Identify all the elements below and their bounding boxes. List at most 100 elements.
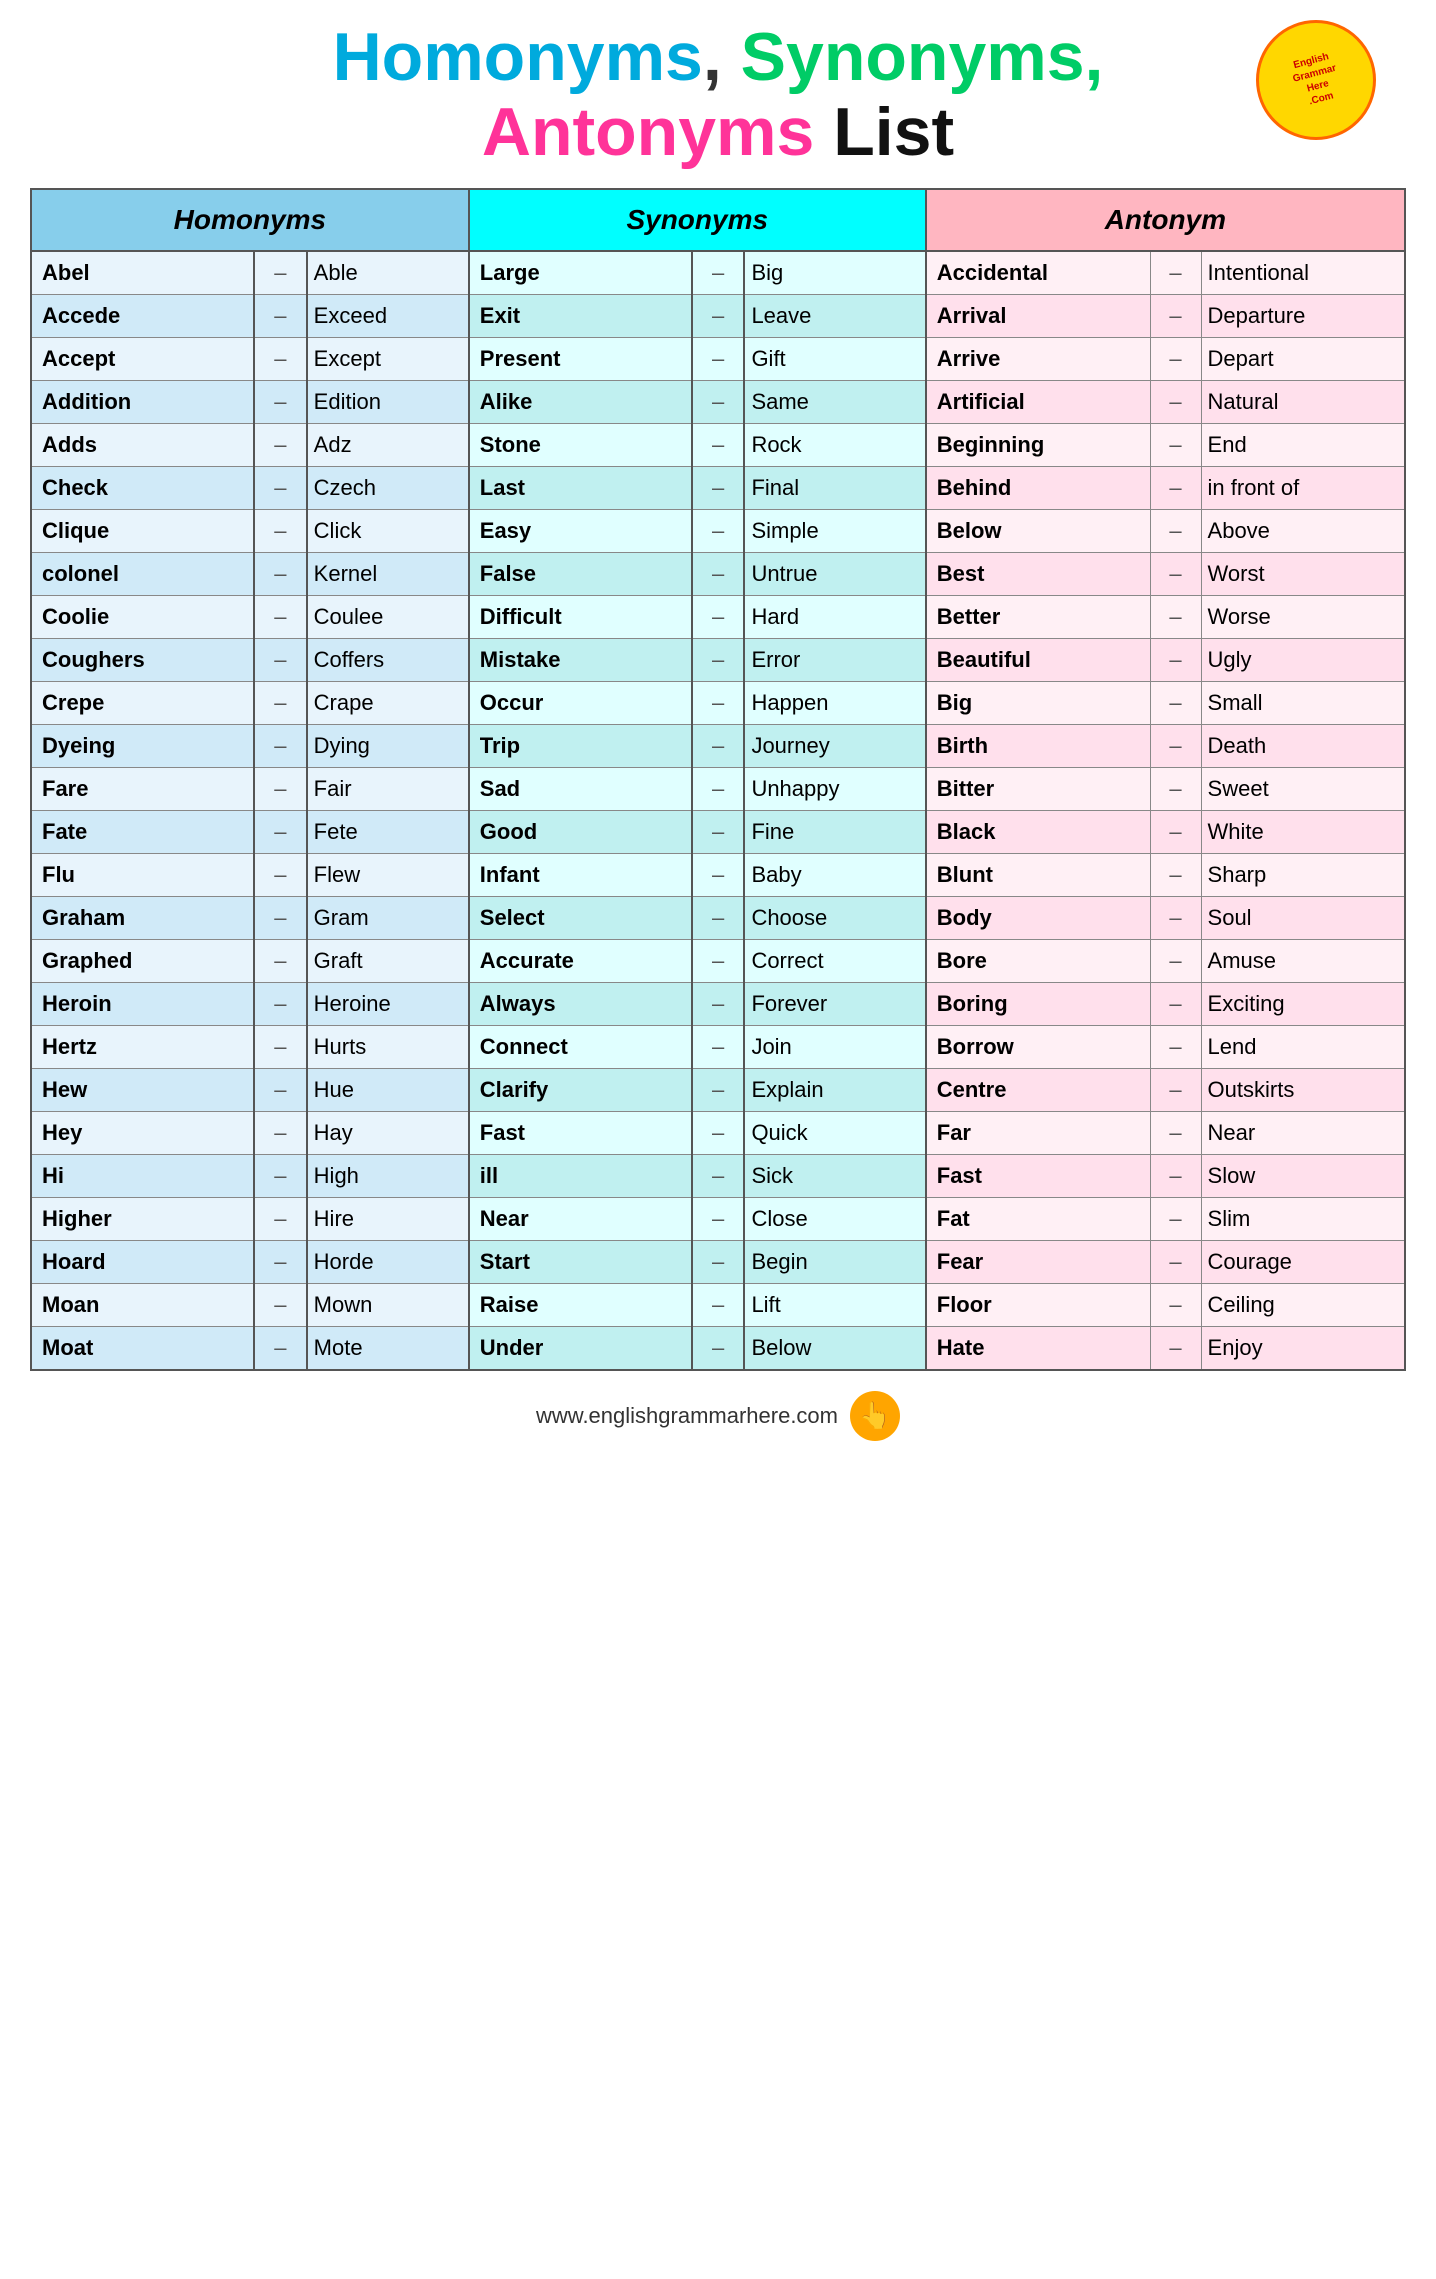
antonym-word: Hate — [926, 1326, 1150, 1370]
synonym-dash: – — [692, 294, 745, 337]
synonym-word: Always — [469, 982, 692, 1025]
homonym-word: Dyeing — [31, 724, 254, 767]
homonym-word: Clique — [31, 509, 254, 552]
homonym-word: Accept — [31, 337, 254, 380]
synonym-dash: – — [692, 724, 745, 767]
table-row: Hoard – Horde Start – Begin Fear – Coura… — [31, 1240, 1405, 1283]
synonym-dash: – — [692, 638, 745, 681]
synonym-pair: Lift — [744, 1283, 925, 1326]
antonym-word: Birth — [926, 724, 1150, 767]
page-header: Homonyms, Synonyms, Antonyms List Englis… — [30, 20, 1406, 170]
main-table: Homonyms Synonyms Antonym Abel – Able La… — [30, 188, 1406, 1371]
title-antonyms: Antonyms — [482, 94, 814, 170]
homonym-pair: Coulee — [307, 595, 469, 638]
antonym-dash: – — [1150, 466, 1201, 509]
homonym-word: colonel — [31, 552, 254, 595]
title-homonyms: Homonyms — [333, 19, 703, 95]
synonym-pair: Quick — [744, 1111, 925, 1154]
synonym-word: Occur — [469, 681, 692, 724]
homonym-dash: – — [254, 1025, 307, 1068]
homonym-dash: – — [254, 294, 307, 337]
synonym-word: Accurate — [469, 939, 692, 982]
homonym-pair: Hue — [307, 1068, 469, 1111]
homonym-word: Check — [31, 466, 254, 509]
table-row: Accept – Except Present – Gift Arrive – … — [31, 337, 1405, 380]
antonym-dash: – — [1150, 638, 1201, 681]
antonym-word: Accidental — [926, 251, 1150, 295]
homonym-word: Hi — [31, 1154, 254, 1197]
table-row: Accede – Exceed Exit – Leave Arrival – D… — [31, 294, 1405, 337]
antonym-dash: – — [1150, 337, 1201, 380]
synonym-dash: – — [692, 423, 745, 466]
synonym-dash: – — [692, 509, 745, 552]
homonym-word: Flu — [31, 853, 254, 896]
table-row: Dyeing – Dying Trip – Journey Birth – De… — [31, 724, 1405, 767]
antonym-dash: – — [1150, 294, 1201, 337]
homonym-pair: Horde — [307, 1240, 469, 1283]
homonym-dash: – — [254, 1326, 307, 1370]
antonym-pair: White — [1201, 810, 1405, 853]
homonym-pair: Mote — [307, 1326, 469, 1370]
synonym-word: Infant — [469, 853, 692, 896]
synonym-pair: Simple — [744, 509, 925, 552]
homonym-word: Graphed — [31, 939, 254, 982]
homonym-pair: Crape — [307, 681, 469, 724]
synonym-pair: Explain — [744, 1068, 925, 1111]
homonym-dash: – — [254, 1240, 307, 1283]
antonym-dash: – — [1150, 423, 1201, 466]
synonym-pair: Below — [744, 1326, 925, 1370]
antonym-dash: – — [1150, 1068, 1201, 1111]
antonym-word: Centre — [926, 1068, 1150, 1111]
homonym-dash: – — [254, 337, 307, 380]
antonym-dash: – — [1150, 724, 1201, 767]
homonym-pair: Fete — [307, 810, 469, 853]
antonym-dash: – — [1150, 509, 1201, 552]
antonym-pair: Sweet — [1201, 767, 1405, 810]
antonym-dash: – — [1150, 810, 1201, 853]
homonym-dash: – — [254, 853, 307, 896]
synonym-dash: – — [692, 1197, 745, 1240]
homonym-pair: Coffers — [307, 638, 469, 681]
homonym-dash: – — [254, 724, 307, 767]
synonym-dash: – — [692, 939, 745, 982]
antonym-pair: Above — [1201, 509, 1405, 552]
antonym-word: Fear — [926, 1240, 1150, 1283]
antonym-pair: Amuse — [1201, 939, 1405, 982]
homonym-dash: – — [254, 1283, 307, 1326]
synonym-word: Start — [469, 1240, 692, 1283]
homonym-pair: Hire — [307, 1197, 469, 1240]
homonym-pair: Mown — [307, 1283, 469, 1326]
antonym-pair: Slow — [1201, 1154, 1405, 1197]
synonym-pair: Fine — [744, 810, 925, 853]
antonym-dash: – — [1150, 1326, 1201, 1370]
antonym-word: Bore — [926, 939, 1150, 982]
synonym-word: Difficult — [469, 595, 692, 638]
antonym-pair: Depart — [1201, 337, 1405, 380]
synonym-dash: – — [692, 466, 745, 509]
homonym-dash: – — [254, 982, 307, 1025]
synonym-pair: Join — [744, 1025, 925, 1068]
homonym-word: Accede — [31, 294, 254, 337]
synonym-word: False — [469, 552, 692, 595]
homonym-pair: Hurts — [307, 1025, 469, 1068]
footer-website: www.englishgrammarhere.com — [536, 1403, 838, 1429]
synonym-word: Exit — [469, 294, 692, 337]
synonym-dash: – — [692, 1111, 745, 1154]
synonym-dash: – — [692, 896, 745, 939]
synonym-dash: – — [692, 767, 745, 810]
synonym-pair: Forever — [744, 982, 925, 1025]
table-row: Crepe – Crape Occur – Happen Big – Small — [31, 681, 1405, 724]
title-line-2: Antonyms List — [30, 95, 1406, 170]
synonym-word: Last — [469, 466, 692, 509]
synonym-dash: – — [692, 1240, 745, 1283]
antonym-word: Borrow — [926, 1025, 1150, 1068]
synonym-dash: – — [692, 552, 745, 595]
homonym-word: Crepe — [31, 681, 254, 724]
antonym-pair: Lend — [1201, 1025, 1405, 1068]
antonym-pair: Enjoy — [1201, 1326, 1405, 1370]
antonym-dash: – — [1150, 595, 1201, 638]
table-row: Hew – Hue Clarify – Explain Centre – Out… — [31, 1068, 1405, 1111]
synonym-word: ill — [469, 1154, 692, 1197]
antonym-word: Fast — [926, 1154, 1150, 1197]
synonym-dash: – — [692, 1283, 745, 1326]
